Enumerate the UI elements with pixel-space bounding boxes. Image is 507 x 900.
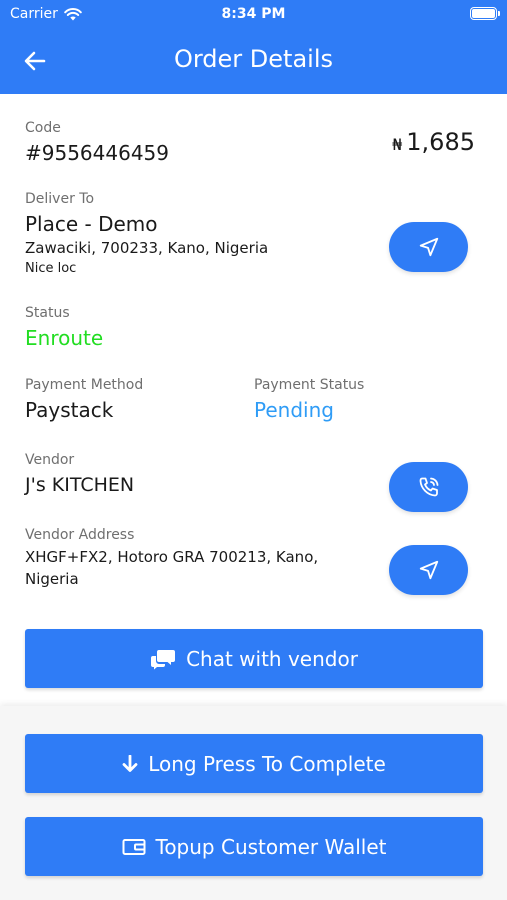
deliver-address: Zawaciki, 700233, Kano, Nigeria [25,239,269,257]
long-press-complete-button[interactable]: Long Press To Complete [25,734,483,793]
amount-value: 1,685 [406,128,475,156]
status-bar: Carrier 8:34 PM [0,0,507,28]
vendor-address-line2: Nigeria [25,570,79,588]
bottom-action-panel: Long Press To Complete Topup Customer Wa… [0,706,507,900]
topup-button-label: Topup Customer Wallet [155,834,387,859]
wallet-icon [122,838,145,855]
code-label: Code [25,120,61,136]
complete-button-label: Long Press To Complete [148,751,386,776]
vendor-name: J's KITCHEN [25,474,135,496]
deliver-navigate-button[interactable] [389,222,468,272]
status-time: 8:34 PM [221,6,286,22]
payment-status-value: Pending [254,398,334,422]
chat-button-label: Chat with vendor [186,646,358,671]
vendor-navigate-button[interactable] [389,545,468,595]
page-title: Order Details [173,45,334,73]
payment-method-value: Paystack [25,398,114,422]
chat-bubbles-icon [151,649,176,669]
deliver-to-label: Deliver To [25,191,95,207]
phone-call-icon [419,477,438,497]
arrow-down-icon [122,754,138,772]
topup-wallet-button[interactable]: Topup Customer Wallet [25,817,483,876]
chat-with-vendor-button[interactable]: Chat with vendor [25,629,483,688]
navigation-arrow-icon [419,560,438,580]
vendor-address-line1: XHGF+FX2, Hotoro GRA 700213, Kano, [25,548,319,566]
app-header: Carrier 8:34 PM Order Details [0,0,507,94]
battery-icon [470,7,500,20]
call-vendor-button[interactable] [389,462,468,512]
navigation-arrow-icon [419,237,438,257]
payment-method-label: Payment Method [25,377,144,393]
deliver-place-name: Place - Demo [25,212,158,236]
currency-symbol: ₦ [392,135,403,154]
order-status-value: Enroute [25,326,104,350]
order-code: #9556446459 [25,141,170,165]
deliver-note: Nice loc [25,261,77,276]
order-details-content: Code #9556446459 ₦ 1,685 Deliver To Plac… [0,94,507,706]
order-amount: ₦ 1,685 [392,128,475,156]
payment-status-label: Payment Status [254,377,365,393]
vendor-address-label: Vendor Address [25,527,135,543]
nav-bar: Order Details [0,40,507,80]
status-label: Status [25,305,70,321]
vendor-label: Vendor [25,452,75,468]
